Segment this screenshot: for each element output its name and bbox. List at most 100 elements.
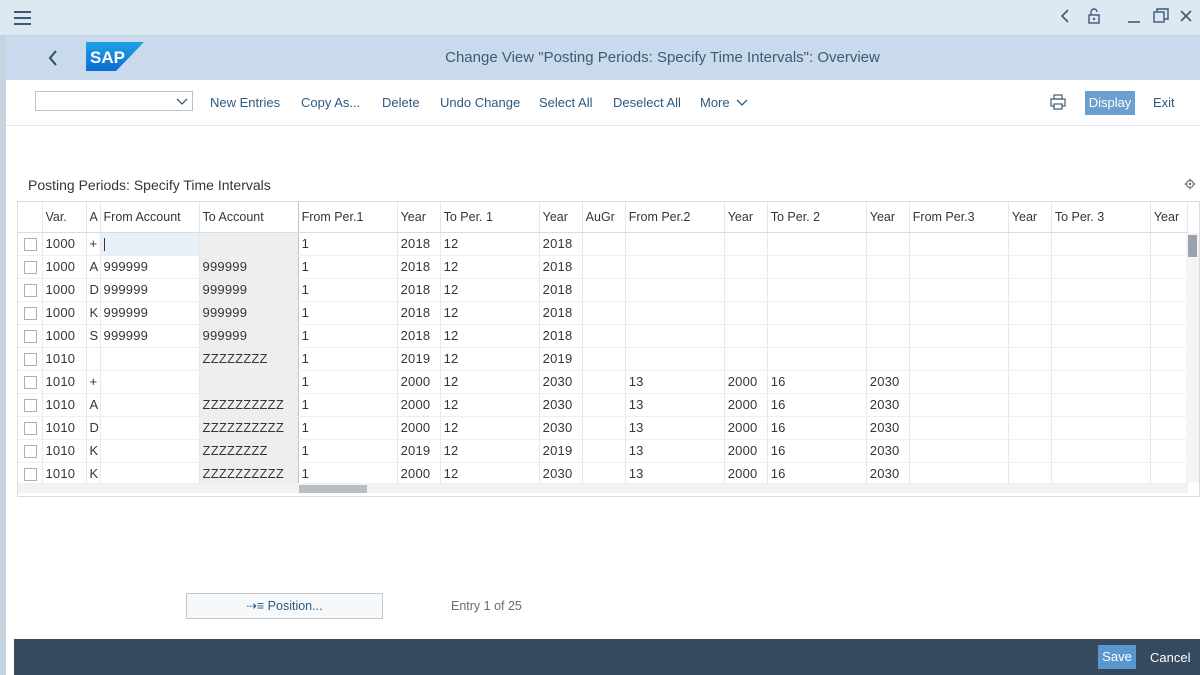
to-per2-cell[interactable] <box>767 232 867 256</box>
from-per1-cell[interactable]: 1 <box>298 462 398 486</box>
year2b-cell[interactable] <box>866 255 910 279</box>
from-per2-cell[interactable]: 13 <box>625 439 725 463</box>
year2b-cell[interactable] <box>866 232 910 256</box>
augr-cell[interactable] <box>582 347 626 371</box>
lock-icon[interactable] <box>1087 8 1101 29</box>
augr-cell[interactable] <box>582 324 626 348</box>
from-per3-cell[interactable] <box>909 439 1009 463</box>
from-per1-cell[interactable]: 1 <box>298 416 398 440</box>
column-header[interactable]: To Per. 3 <box>1051 202 1151 233</box>
row-checkbox[interactable] <box>24 422 37 436</box>
year3-cell[interactable] <box>1008 416 1052 440</box>
from-account-cell[interactable]: 999999 <box>100 301 200 325</box>
from-per3-cell[interactable] <box>909 301 1009 325</box>
to-per2-cell[interactable]: 16 <box>767 439 867 463</box>
column-header[interactable]: Var. <box>42 202 87 233</box>
row-select-cell[interactable] <box>18 255 43 279</box>
column-header[interactable]: AuGr <box>582 202 626 233</box>
to-per2-cell[interactable] <box>767 278 867 302</box>
year2-cell[interactable]: 2000 <box>724 439 768 463</box>
year1b-cell[interactable]: 2030 <box>539 416 583 440</box>
from-account-cell[interactable]: 999999 <box>100 324 200 348</box>
from-per2-cell[interactable] <box>625 232 725 256</box>
from-per2-cell[interactable]: 13 <box>625 393 725 417</box>
row-checkbox[interactable] <box>24 399 37 413</box>
horizontal-scroll-thumb[interactable] <box>299 485 367 493</box>
year1b-cell[interactable]: 2030 <box>539 393 583 417</box>
year2-cell[interactable] <box>724 255 768 279</box>
from-per1-cell[interactable]: 1 <box>298 370 398 394</box>
from-per3-cell[interactable] <box>909 416 1009 440</box>
year3-cell[interactable] <box>1008 324 1052 348</box>
from-per2-cell[interactable] <box>625 301 725 325</box>
table-row[interactable]: 1010 K ZZZZZZZZ 1 2019 12 2019 13 2000 16 2030 <box>18 439 1189 463</box>
row-select-cell[interactable] <box>18 232 43 256</box>
from-account-cell[interactable]: 999999 <box>100 278 200 302</box>
table-row[interactable]: 1010 ZZZZZZZZ 1 2019 12 2019 <box>18 347 1189 371</box>
row-select-cell[interactable] <box>18 278 43 302</box>
year1b-cell[interactable]: 2018 <box>539 278 583 302</box>
to-per2-cell[interactable] <box>767 301 867 325</box>
augr-cell[interactable] <box>582 416 626 440</box>
year3b-cell[interactable] <box>1150 416 1189 440</box>
column-header[interactable]: Year <box>539 202 583 233</box>
to-per1-cell[interactable]: 12 <box>440 301 540 325</box>
table-row[interactable]: 1010 K ZZZZZZZZZZ 1 2000 12 2030 13 2000 16 2030 <box>18 462 1189 486</box>
display-button[interactable]: Display <box>1085 91 1135 115</box>
from-account-cell[interactable] <box>100 439 200 463</box>
year1b-cell[interactable]: 2018 <box>539 255 583 279</box>
from-per2-cell[interactable]: 13 <box>625 462 725 486</box>
print-icon[interactable] <box>1050 94 1066 113</box>
year2b-cell[interactable]: 2030 <box>866 439 910 463</box>
close-icon[interactable] <box>1179 8 1193 29</box>
column-header[interactable]: Year <box>724 202 768 233</box>
from-per1-cell[interactable]: 1 <box>298 232 398 256</box>
year1-cell[interactable]: 2018 <box>397 255 441 279</box>
year2b-cell[interactable]: 2030 <box>866 393 910 417</box>
column-header[interactable]: Year <box>1008 202 1052 233</box>
column-header[interactable]: To Per. 2 <box>767 202 867 233</box>
augr-cell[interactable] <box>582 255 626 279</box>
from-per1-cell[interactable]: 1 <box>298 324 398 348</box>
column-header[interactable]: A <box>86 202 101 233</box>
to-account-cell[interactable]: 999999 <box>199 278 299 302</box>
augr-cell[interactable] <box>582 370 626 394</box>
to-per2-cell[interactable] <box>767 324 867 348</box>
augr-cell[interactable] <box>582 278 626 302</box>
delete-button[interactable]: Delete <box>382 95 420 110</box>
year3-cell[interactable] <box>1008 439 1052 463</box>
row-checkbox[interactable] <box>24 284 37 298</box>
table-row[interactable]: 1000 +1 2018 12 2018 <box>18 232 1189 256</box>
to-per2-cell[interactable]: 16 <box>767 370 867 394</box>
to-per1-cell[interactable]: 12 <box>440 255 540 279</box>
year3b-cell[interactable] <box>1150 255 1189 279</box>
from-per2-cell[interactable] <box>625 347 725 371</box>
to-per1-cell[interactable]: 12 <box>440 232 540 256</box>
to-per2-cell[interactable]: 16 <box>767 393 867 417</box>
to-per3-cell[interactable] <box>1051 301 1151 325</box>
exit-button[interactable]: Exit <box>1153 95 1175 110</box>
restore-icon[interactable] <box>1153 8 1169 29</box>
cancel-button[interactable]: Cancel <box>1150 650 1190 665</box>
command-select[interactable] <box>35 91 193 111</box>
year3b-cell[interactable] <box>1150 462 1189 486</box>
year1-cell[interactable]: 2019 <box>397 347 441 371</box>
to-account-cell[interactable]: ZZZZZZZZ <box>199 347 299 371</box>
year1b-cell[interactable]: 2019 <box>539 347 583 371</box>
year1-cell[interactable]: 2000 <box>397 393 441 417</box>
year3b-cell[interactable] <box>1150 439 1189 463</box>
to-per1-cell[interactable]: 12 <box>440 278 540 302</box>
to-per1-cell[interactable]: 12 <box>440 347 540 371</box>
year3b-cell[interactable] <box>1150 393 1189 417</box>
year2b-cell[interactable]: 2030 <box>866 370 910 394</box>
to-per3-cell[interactable] <box>1051 416 1151 440</box>
row-select-cell[interactable] <box>18 370 43 394</box>
from-per2-cell[interactable] <box>625 324 725 348</box>
from-per2-cell[interactable] <box>625 255 725 279</box>
to-per2-cell[interactable] <box>767 255 867 279</box>
to-per3-cell[interactable] <box>1051 370 1151 394</box>
minimize-icon[interactable] <box>1127 8 1141 29</box>
row-select-cell[interactable] <box>18 324 43 348</box>
to-per3-cell[interactable] <box>1051 439 1151 463</box>
to-per2-cell[interactable]: 16 <box>767 462 867 486</box>
